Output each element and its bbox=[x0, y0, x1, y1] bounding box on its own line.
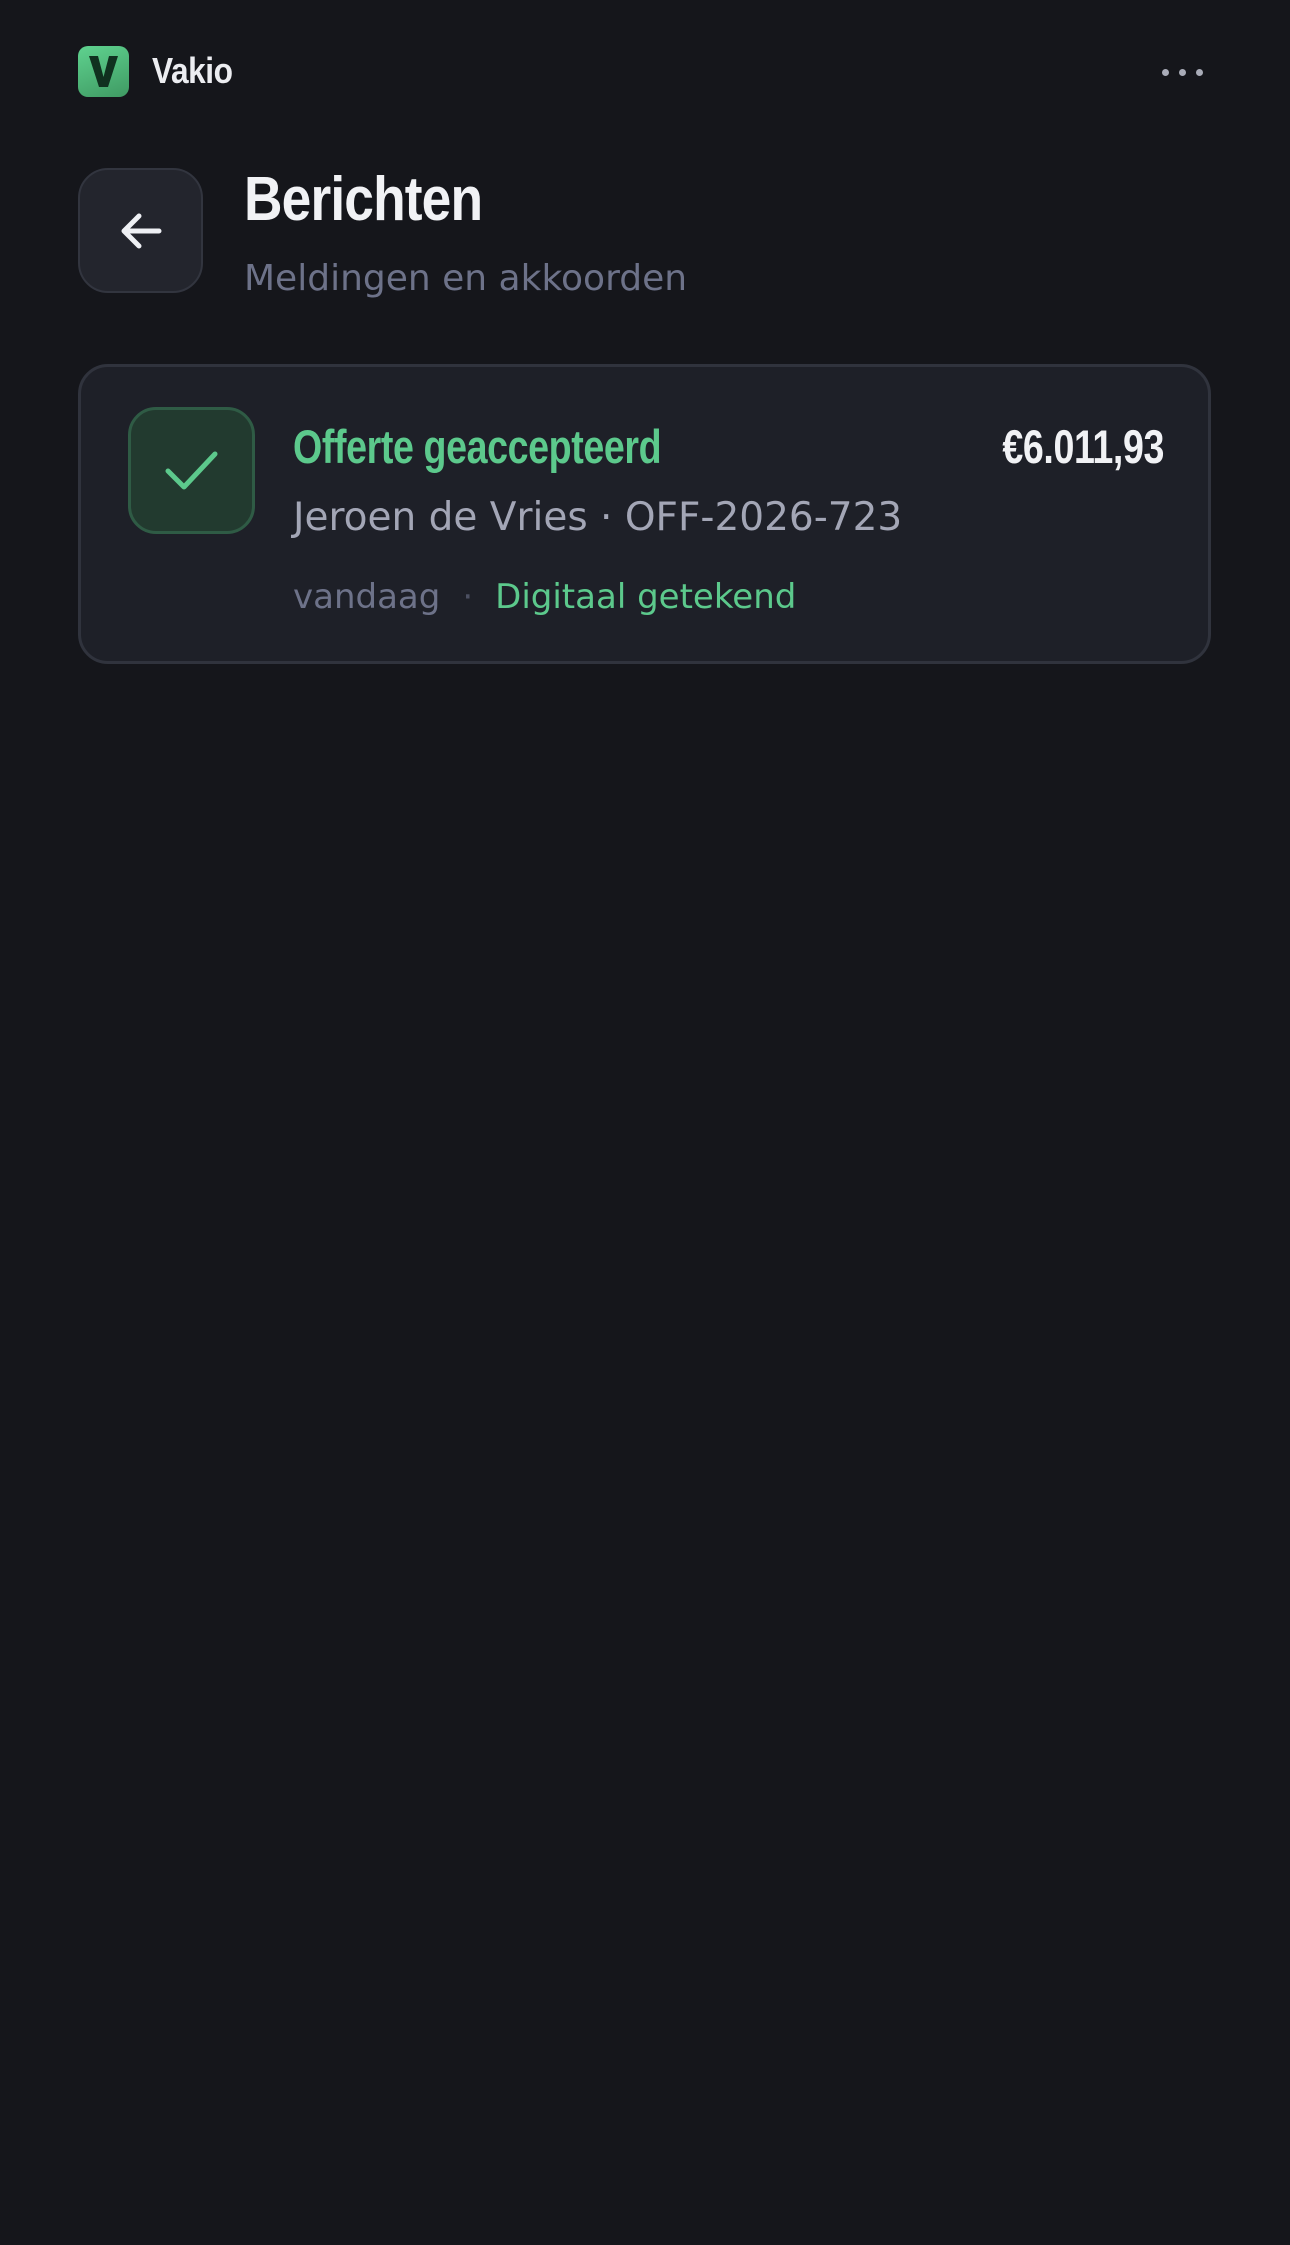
message-title: Offerte geaccepteerd bbox=[293, 420, 662, 473]
page-title: Berichten bbox=[244, 165, 483, 234]
message-meta: vandaag · Digitaal getekend bbox=[293, 577, 796, 617]
more-horizontal-icon-dot bbox=[1179, 69, 1186, 76]
message-amount: €6.011,93 bbox=[1002, 420, 1164, 473]
check-icon bbox=[165, 451, 218, 490]
more-horizontal-icon-dot bbox=[1196, 69, 1203, 76]
app-name: Vakio bbox=[152, 50, 233, 91]
message-detail: Jeroen de Vries · OFF-2026-723 bbox=[293, 495, 903, 540]
meta-separator: · bbox=[462, 577, 474, 617]
top-bar: Vakio bbox=[78, 46, 1212, 98]
message-card[interactable]: Offerte geaccepteerd €6.011,93 Jeroen de… bbox=[78, 364, 1211, 664]
vakio-logo bbox=[78, 46, 129, 97]
more-horizontal-icon bbox=[1162, 69, 1169, 76]
back-button[interactable] bbox=[78, 168, 203, 293]
page-subtitle: Meldingen en akkoorden bbox=[244, 258, 688, 299]
message-time: vandaag bbox=[293, 577, 441, 617]
logo-v-mark bbox=[89, 56, 118, 87]
arrow-left-icon bbox=[121, 213, 162, 249]
app-screen: Vakio Berichten Meldingen en akkoorden O… bbox=[0, 0, 1290, 2245]
message-status: Digitaal getekend bbox=[495, 577, 797, 617]
accepted-status-icon bbox=[128, 407, 255, 534]
more-options-button[interactable] bbox=[1160, 54, 1212, 90]
